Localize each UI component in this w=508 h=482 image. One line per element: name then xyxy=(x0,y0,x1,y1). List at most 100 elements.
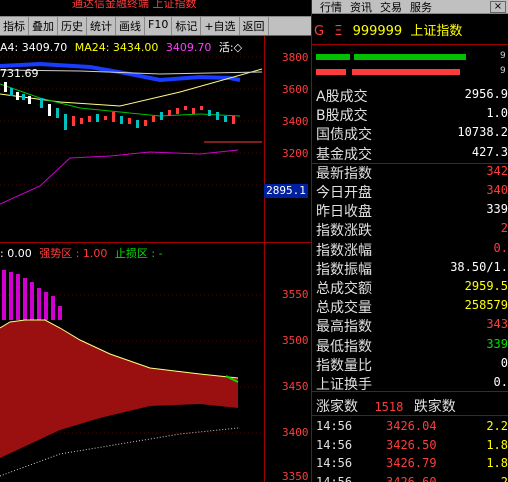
tick-time: 14:56 xyxy=(316,419,353,433)
tick-price: 3426.50 xyxy=(386,437,437,452)
down-bar-segment-1 xyxy=(316,69,346,75)
price-tag: 2895.1 xyxy=(264,184,308,198)
info-value: 2956.9 xyxy=(464,87,508,101)
panel-divider xyxy=(311,0,312,482)
tick-volume: 1.8 xyxy=(486,437,508,452)
right-menu-bar: 行情 资讯 交易 服务 × xyxy=(312,0,508,14)
info-row: 基金成交 427.3 xyxy=(316,144,508,163)
chart-toolbar: 指标 叠加 历史 统计 画线 F10 标记 +自选 返回 xyxy=(0,16,312,36)
upper-y-tick-1: 3800 xyxy=(282,51,309,64)
window-title: 通达信金融终端 上证指数 xyxy=(0,0,312,12)
menu-news[interactable]: 资讯 xyxy=(350,0,372,15)
stock-code: 999999 xyxy=(352,24,403,39)
close-icon[interactable]: × xyxy=(490,1,506,13)
tick-price: 3426.04 xyxy=(386,419,437,433)
add-watchlist-button[interactable]: +自选 xyxy=(201,17,240,35)
info-value: 0 xyxy=(500,355,508,370)
down-bar-segment-2 xyxy=(352,69,460,75)
info-value: 2959.5 xyxy=(464,279,508,293)
info-row: 昨日收盘 339 xyxy=(316,201,508,220)
updown-row: 涨家数 1518 跌家数 xyxy=(316,396,508,415)
tick-row: 14:56 3426.60 2 xyxy=(316,475,508,482)
draw-line-button[interactable]: 画线 xyxy=(116,17,145,35)
info-label: 指数量比 xyxy=(316,357,372,374)
tick-price: 3426.79 xyxy=(386,456,437,470)
bar-num-1: 9 xyxy=(500,51,506,61)
updown-divider-bottom xyxy=(312,415,508,416)
tick-volume: 2.2 xyxy=(486,419,508,433)
info-label: 今日开盘 xyxy=(316,185,372,201)
info-value: 258579 xyxy=(464,298,508,313)
info-row: A股成交 2956.9 xyxy=(316,86,508,105)
info-row: 指数量比 0 xyxy=(316,355,508,374)
lower-y-tick-1: 3550 xyxy=(282,288,309,301)
tick-row: 14:56 3426.04 2.2 xyxy=(316,419,508,437)
stock-name: 上证指数 xyxy=(410,24,463,39)
updown-divider-top xyxy=(312,391,508,392)
info-label: A股成交 xyxy=(316,89,368,105)
tick-time: 14:56 xyxy=(316,437,353,452)
tick-price: 3426.60 xyxy=(386,474,437,482)
up-bar-segment-1 xyxy=(316,54,350,60)
info-value: 0. xyxy=(493,375,508,389)
f10-button[interactable]: F10 xyxy=(145,17,173,35)
info-label: 指数振幅 xyxy=(316,261,372,278)
info-value: 0. xyxy=(493,240,508,255)
bar-num-2: 9 xyxy=(500,66,506,76)
indicator-chart[interactable] xyxy=(0,258,264,482)
upper-y-tick-4: 3200 xyxy=(282,147,309,160)
candlestick-chart[interactable] xyxy=(0,36,264,242)
info-label: 总成交额 xyxy=(316,281,372,297)
up-bar-segment-2 xyxy=(354,54,466,60)
menu-market[interactable]: 行情 xyxy=(320,0,342,15)
tick-time: 14:56 xyxy=(316,474,353,482)
info-value: 343 xyxy=(486,317,508,332)
info-label: 最新指数 xyxy=(316,165,372,182)
info-row: 指数振幅 38.50/1. xyxy=(316,259,508,278)
ma-magenta-line xyxy=(0,149,239,205)
lower-y-tick-4: 3400 xyxy=(282,426,309,439)
info-row: 最高指数 343 xyxy=(316,316,508,335)
info-value: 340 xyxy=(486,183,508,197)
down-count-label: 跌家数 xyxy=(413,399,456,415)
info-value: 10738.2 xyxy=(457,125,508,140)
tick-volume: 1.8 xyxy=(486,456,508,470)
menu-icon[interactable]: Ξ xyxy=(334,24,342,39)
info-label: 基金成交 xyxy=(316,146,372,163)
info-row: 今日开盘 340 xyxy=(316,182,508,201)
tick-time: 14:56 xyxy=(316,456,353,470)
tick-row: 14:56 3426.50 1.8 xyxy=(316,438,508,456)
header-divider xyxy=(312,44,508,45)
menu-service[interactable]: 服务 xyxy=(410,0,432,15)
overlay-button[interactable]: 叠加 xyxy=(29,17,58,35)
info-label: 总成交量 xyxy=(316,300,372,317)
indicator-button[interactable]: 指标 xyxy=(0,17,29,35)
info-row: 国债成交 10738.2 xyxy=(316,124,508,144)
history-button[interactable]: 历史 xyxy=(58,17,87,35)
info-value: 427.3 xyxy=(471,144,508,159)
info-row: 最新指数 342 xyxy=(316,163,508,182)
info-divider xyxy=(312,163,508,164)
info-row: 指数涨跌 2 xyxy=(316,220,508,239)
price-axis-divider xyxy=(264,36,265,482)
menu-trade[interactable]: 交易 xyxy=(380,0,402,15)
info-label: 国债成交 xyxy=(316,127,372,144)
info-value: 339 xyxy=(486,202,508,217)
info-value: 339 xyxy=(486,336,508,351)
info-row: 总成交量 258579 xyxy=(316,297,508,317)
mark-button[interactable]: 标记 xyxy=(172,17,202,35)
info-value: 342 xyxy=(486,163,508,178)
info-row: 上证换手 0. xyxy=(316,374,508,393)
pane-divider xyxy=(0,242,312,243)
info-value: 1.0 xyxy=(486,106,508,121)
back-button[interactable]: 返回 xyxy=(240,17,269,35)
statistics-button[interactable]: 统计 xyxy=(87,17,116,35)
up-count-value: 1518 xyxy=(374,400,404,414)
info-value: 38.50/1. xyxy=(450,259,508,274)
upper-y-tick-3: 3400 xyxy=(282,115,309,128)
ma-long-line xyxy=(0,69,263,75)
lower-y-tick-5: 3350 xyxy=(282,470,309,482)
info-row: B股成交 1.0 xyxy=(316,105,508,124)
tick-volume: 2 xyxy=(500,474,508,482)
upper-left-value: 731.69 xyxy=(0,67,39,80)
